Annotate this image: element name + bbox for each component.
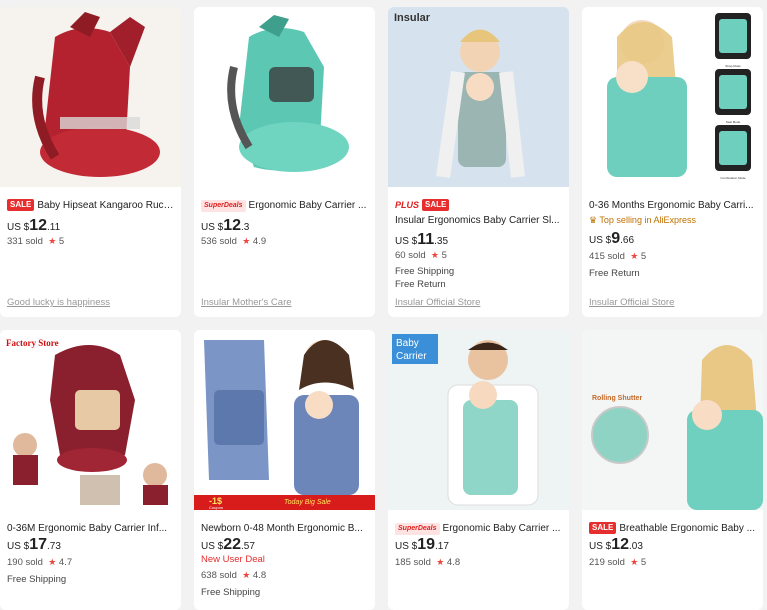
sold-rating: 331 sold ★ 5 <box>7 236 65 247</box>
top-selling-label: ♛ Top selling in AliExpress <box>589 215 696 225</box>
product-card[interactable]: Factory Store 0-36M Ergonomic Baby Carri… <box>0 330 181 610</box>
star-icon: ★ <box>430 250 439 260</box>
svg-text:Today Big Sale: Today Big Sale <box>284 499 331 506</box>
svg-text:Baby: Baby <box>396 338 419 349</box>
store-link[interactable]: Insular Official Store <box>395 296 480 310</box>
plus-badge: PLUS <box>395 200 420 210</box>
star-icon: ★ <box>630 557 639 567</box>
crown-icon: ♛ <box>589 215 598 225</box>
new-user-deal: New User Deal <box>201 554 265 565</box>
sold-rating: 638 sold ★ 4.8 <box>201 570 267 581</box>
sale-badge: SALE <box>589 522 617 534</box>
star-icon: ★ <box>48 557 57 567</box>
brand-watermark: Insular <box>394 12 431 24</box>
star-icon: ★ <box>48 236 57 246</box>
svg-text:Combination Mode: Combination Mode <box>720 176 746 180</box>
free-return: Free Return <box>395 279 446 290</box>
factory-store-label: Factory Store <box>6 338 59 348</box>
sold-rating: 415 sold ★ 5 <box>589 251 647 262</box>
product-image[interactable]: Rolling Shutter <box>582 330 763 510</box>
star-icon: ★ <box>242 570 251 580</box>
star-icon: ★ <box>242 236 251 246</box>
sold-rating: 190 sold ★ 4.7 <box>7 557 73 568</box>
free-shipping: Free Shipping <box>395 266 455 277</box>
product-card[interactable]: SALE Baby Hipseat Kangaroo Ruck... US $12… <box>0 7 181 317</box>
product-card[interactable]: SuperDeals Ergonomic Baby Carrier ... US … <box>194 7 375 317</box>
product-title[interactable]: 0-36 Months Ergonomic Baby Carri... <box>589 198 757 214</box>
product-image[interactable] <box>194 7 375 187</box>
product-card[interactable]: Baby Carrier SuperDeals Ergonomic Baby Ca… <box>388 330 569 610</box>
product-grid: SALE Baby Hipseat Kangaroo Ruck... US $12… <box>0 0 767 610</box>
svg-text:Rolling Shutter: Rolling Shutter <box>592 395 642 402</box>
free-return: Free Return <box>589 268 640 279</box>
free-shipping: Free Shipping <box>7 574 67 585</box>
sold-rating: 185 sold ★ 4.8 <box>395 557 461 568</box>
product-title[interactable]: PLUS SALE <box>395 198 563 214</box>
store-link[interactable]: Insular Official Store <box>589 296 674 310</box>
product-image[interactable]: Factory Store <box>0 330 181 510</box>
sold-rating: 536 sold ★ 4.9 <box>201 236 267 247</box>
sold-rating: 219 sold ★ 5 <box>589 557 647 568</box>
product-image[interactable]: Strap Mode Seat Mode Combination Mode <box>582 7 763 187</box>
store-link[interactable]: Insular Mother's Care <box>201 296 292 310</box>
sold-rating: 60 sold ★ 5 <box>395 250 447 261</box>
store-link[interactable]: Good lucky is happiness <box>7 296 110 310</box>
svg-text:Carrier: Carrier <box>396 351 427 362</box>
sale-badge: SALE <box>422 199 450 211</box>
product-title[interactable]: SuperDeals Ergonomic Baby Carrier ... <box>201 198 369 214</box>
product-card[interactable]: Insular PLUS SALE Insular Ergonomics Baby… <box>388 7 569 317</box>
sale-badge: SALE <box>7 199 35 211</box>
star-icon: ★ <box>630 251 639 261</box>
svg-text:Seat Mode: Seat Mode <box>726 120 741 124</box>
product-title[interactable]: SALE Baby Hipseat Kangaroo Ruck... <box>7 198 175 214</box>
svg-text:Coupon: Coupon <box>209 505 223 510</box>
product-image[interactable]: -1$ Coupon Today Big Sale <box>194 330 375 510</box>
product-image[interactable] <box>0 7 181 187</box>
star-icon: ★ <box>436 557 445 567</box>
product-image[interactable]: Insular <box>388 7 569 187</box>
product-card[interactable]: Rolling Shutter SALE Breathable Ergonomic… <box>582 330 763 610</box>
product-title-line[interactable]: Insular Ergonomics Baby Carrier Sl... <box>395 213 563 229</box>
free-shipping: Free Shipping <box>201 587 261 598</box>
svg-text:Strap Mode: Strap Mode <box>725 64 741 68</box>
product-card[interactable]: Strap Mode Seat Mode Combination Mode 0-… <box>582 7 763 317</box>
product-image[interactable]: Baby Carrier <box>388 330 569 510</box>
product-card[interactable]: -1$ Coupon Today Big Sale Newborn 0-48 M… <box>194 330 375 610</box>
superdeals-badge: SuperDeals <box>201 200 246 212</box>
